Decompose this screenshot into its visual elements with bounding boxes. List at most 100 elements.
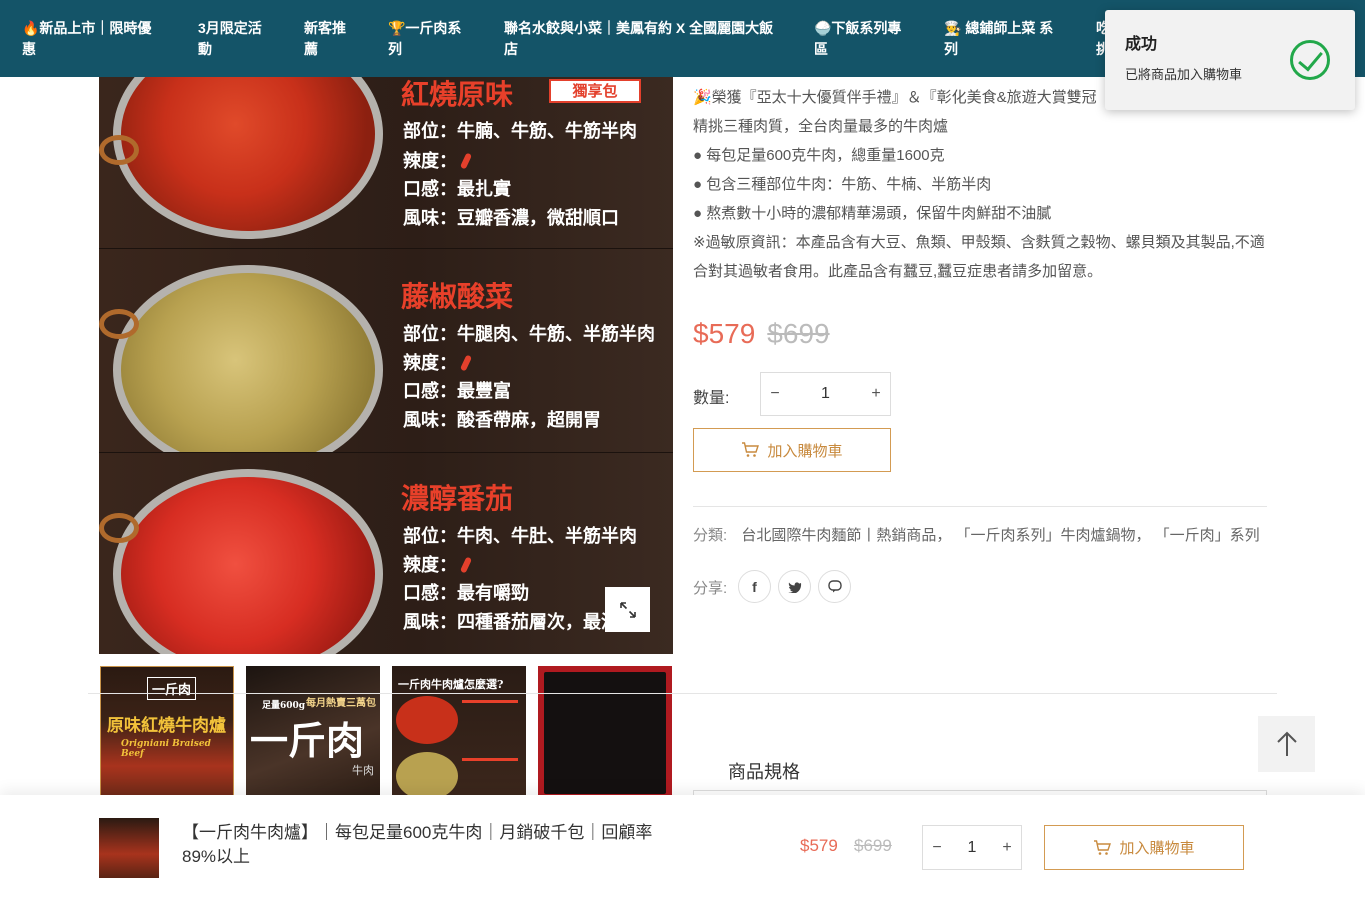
pot-handle — [99, 513, 139, 543]
pot-handle — [99, 309, 139, 339]
category-links[interactable]: 台北國際牛肉麵節丨熱銷商品， 「一斤肉系列」牛肉爐鍋物， 「一斤肉」系列 — [741, 527, 1259, 544]
cart-icon — [742, 442, 760, 457]
thumb-pot — [396, 696, 458, 744]
flavor-texture: 口感：最扎實 — [403, 179, 511, 200]
divider — [693, 506, 1267, 507]
nav-item-new-products[interactable]: 🔥新品上市｜限時優惠 — [22, 18, 162, 60]
nav-item-chef-series[interactable]: 👨‍🍳 總鋪師上菜 系列 — [944, 18, 1060, 60]
check-circle-icon — [1290, 40, 1330, 80]
flavor-name: 藤椒酸菜 — [401, 280, 514, 313]
flavor-texture: 口感：最豐富 — [403, 381, 511, 402]
share-label: 分享: — [693, 580, 728, 597]
expand-icon — [619, 601, 636, 618]
flavor-spicy: 辣度： — [403, 349, 473, 375]
desc-line: ● 熬煮數十小時的濃郁精華湯頭，保留牛肉鮮甜不油膩 — [693, 205, 1052, 222]
nav-item-march-event[interactable]: 3月限定活動 — [198, 18, 268, 60]
hotpot-image — [113, 265, 383, 452]
thumbnail-4[interactable] — [538, 666, 672, 800]
add-to-cart-label: 加入購物車 — [767, 442, 843, 460]
add-to-cart-button[interactable]: 加入購物車 — [693, 428, 891, 472]
back-to-top-button[interactable] — [1258, 716, 1315, 772]
thumbnail-2[interactable]: 每月熱賣三萬包 足量600g 一斤肉 牛肉 — [246, 666, 380, 800]
tab-specification[interactable]: 商品規格 — [728, 758, 800, 784]
exclusive-badge: 獨享包 — [549, 79, 641, 103]
twitter-icon — [788, 581, 801, 593]
quantity-input[interactable]: 1 — [789, 385, 862, 403]
flavor-spicy-label: 辣度： — [403, 555, 457, 576]
flavor-spicy: 辣度： — [403, 551, 473, 577]
hotpot-image — [113, 77, 383, 239]
sticky-add-to-cart-button[interactable]: 加入購物車 — [1044, 825, 1244, 870]
flavor-panel-braised: 紅燒原味 獨享包 部位：牛腩、牛筋、牛筋半肉 辣度： 口感：最扎實 風味：豆瓣香… — [99, 77, 673, 249]
flavor-texture: 口感：最有嚼勁 — [403, 583, 529, 604]
cart-icon — [1094, 839, 1112, 855]
increase-button[interactable]: + — [862, 385, 890, 403]
hotpot-image — [113, 469, 383, 654]
flavor-spicy-label: 辣度： — [403, 353, 457, 374]
chili-icon — [459, 152, 473, 170]
flavor-part: 部位：牛肉、牛肚、半筋半肉 — [403, 526, 637, 547]
twitter-share-button[interactable] — [778, 570, 811, 603]
quantity-label: 數量: — [693, 390, 730, 407]
flavor-name: 紅燒原味 — [401, 78, 514, 111]
flavor-name: 濃醇番茄 — [401, 482, 514, 515]
sticky-cart-bar: 【一斤肉牛肉爐】｜每包足量600克牛肉｜月銷破千包｜回顧率89%以上 $579 … — [0, 795, 1365, 900]
thumb-title: 一斤肉 — [250, 718, 365, 763]
thumb-title: 一斤肉牛肉爐怎麼選? — [398, 678, 504, 691]
product-main-image[interactable]: 紅燒原味 獨享包 部位：牛腩、牛筋、牛筋半肉 辣度： 口感：最扎實 風味：豆瓣香… — [99, 77, 673, 654]
original-price: $699 — [767, 318, 830, 349]
facebook-share-button[interactable]: f — [738, 570, 771, 603]
quantity-input[interactable]: 1 — [951, 839, 993, 857]
thumbnail-1[interactable]: 一斤肉 原味紅燒牛肉爐 Origniani Braised Beef — [100, 666, 234, 800]
thumb-subtitle: Origniani Braised Beef — [121, 739, 211, 759]
decrease-button[interactable]: − — [923, 839, 951, 857]
sticky-product-title: 【一斤肉牛肉爐】｜每包足量600克牛肉｜月銷破千包｜回顧率89%以上 — [182, 823, 653, 866]
thumb-sheet — [544, 672, 666, 794]
thumb-title: 原味紅燒牛肉爐 — [107, 716, 226, 736]
flavor-part: 部位：牛腿肉、牛筋、半筋半肉 — [403, 324, 655, 345]
thumb-tag: 牛肉 — [352, 764, 374, 777]
nav-item-rice-series[interactable]: 🍚下飯系列專區 — [814, 18, 908, 60]
nav-item-dumplings-collab[interactable]: 聯名水餃與小菜｜美鳳有約 X 全國麗園大飯店 — [504, 18, 778, 60]
category-label: 分類: — [693, 527, 728, 544]
chili-icon — [459, 556, 473, 574]
thumb-text-line — [462, 758, 518, 761]
zoom-button[interactable] — [605, 587, 650, 632]
facebook-icon: f — [752, 578, 757, 595]
pot-handle — [99, 135, 139, 165]
thumb-brand: 一斤肉 — [147, 677, 197, 700]
thumb-pot — [396, 752, 458, 800]
desc-line: ● 包含三種部位牛肉：牛筋、牛楠、半筋半肉 — [693, 176, 992, 193]
flavor-panel-tomato: 濃醇番茄 部位：牛肉、牛肚、半筋半肉 辣度： 口感：最有嚼勁 風味：四種番茄層次… — [99, 453, 673, 654]
nav-item-one-jin-series[interactable]: 🏆一斤肉系列 — [388, 18, 468, 60]
section-divider — [88, 693, 1277, 694]
desc-line: ● 每包足量600克牛肉，總重量1600克 — [693, 147, 945, 164]
sticky-original-price: $699 — [854, 836, 892, 855]
category-row: 分類: 台北國際牛肉麵節丨熱銷商品， 「一斤肉系列」牛肉爐鍋物， 「一斤肉」系列 — [693, 524, 1267, 545]
chili-icon — [459, 354, 473, 372]
flavor-taste: 風味：四種番茄層次，最濃 — [403, 612, 619, 633]
product-description: 🎉榮獲『亞太十大優質伴手禮』＆『彰化美食&旅遊大賞雙冠 精挑三種肉質，全台肉量最… — [693, 83, 1267, 286]
sticky-quantity-stepper: − 1 + — [922, 825, 1022, 870]
line-share-button[interactable] — [818, 570, 851, 603]
flavor-taste: 風味：酸香帶麻，超開胃 — [403, 410, 601, 431]
thumb-subtitle: 每月熱賣三萬包 — [306, 698, 376, 709]
line-icon — [827, 580, 842, 593]
decrease-button[interactable]: − — [761, 385, 789, 403]
quantity-stepper: − 1 + — [760, 372, 891, 416]
flavor-spicy: 辣度： — [403, 147, 473, 173]
price-row: $579 $699 — [693, 318, 830, 354]
sale-price: $579 — [693, 318, 756, 349]
desc-line: 精挑三種肉質，全台肉量最多的牛肉爐 — [693, 118, 949, 135]
nav-item-new-customer[interactable]: 新客推薦 — [304, 18, 352, 60]
success-toast[interactable]: 成功 已將商品加入購物車 — [1105, 10, 1355, 110]
arrow-up-icon — [1276, 731, 1297, 756]
flavor-taste: 風味：豆瓣香濃，微甜順口 — [403, 208, 619, 229]
sticky-sale-price: $579 — [800, 836, 838, 855]
add-to-cart-label: 加入購物車 — [1119, 840, 1195, 857]
thumbnail-3[interactable]: 一斤肉牛肉爐怎麼選? — [392, 666, 526, 800]
increase-button[interactable]: + — [993, 839, 1021, 857]
flavor-panel-sauerkraut: 藤椒酸菜 部位：牛腿肉、牛筋、半筋半肉 辣度： 口感：最豐富 風味：酸香帶麻，超… — [99, 249, 673, 453]
flavor-part: 部位：牛腩、牛筋、牛筋半肉 — [403, 121, 637, 142]
allergen-info: ※過敏原資訊：本產品含有大豆、魚類、甲殼類、含麩質之穀物、螺貝類及其製品,不適合… — [693, 234, 1265, 280]
